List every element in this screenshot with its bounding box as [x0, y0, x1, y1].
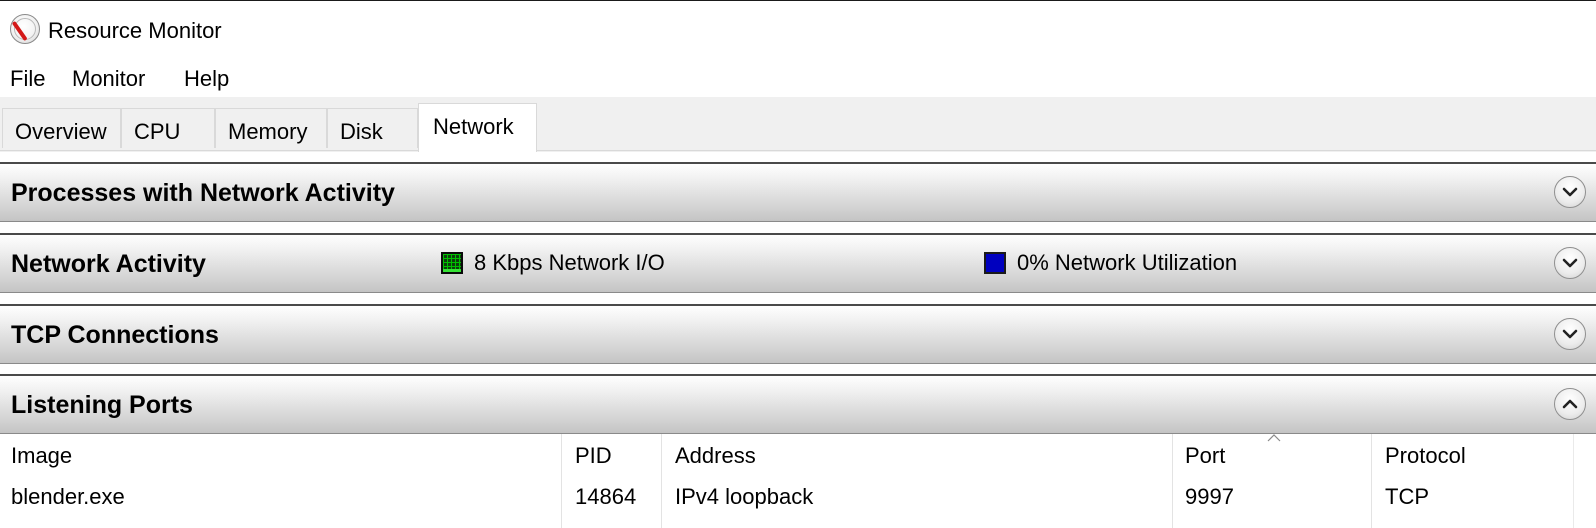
- section-title: Processes with Network Activity: [11, 179, 395, 207]
- network-utilization-swatch: [984, 252, 1006, 274]
- section-title: Network Activity: [11, 250, 206, 278]
- chevron-up-icon[interactable]: [1554, 388, 1586, 420]
- network-utilization-label: 0% Network Utilization: [1017, 250, 1238, 275]
- cell-address[interactable]: IPv4 loopback: [675, 483, 813, 511]
- column-header-image[interactable]: Image: [11, 442, 72, 470]
- column-divider[interactable]: [561, 434, 562, 528]
- column-divider[interactable]: [1371, 434, 1372, 528]
- section-header-processes[interactable]: Processes with Network Activity: [0, 162, 1596, 222]
- cell-port[interactable]: 9997: [1185, 483, 1234, 511]
- menu-help[interactable]: Help: [182, 65, 231, 93]
- column-header-port[interactable]: Port: [1185, 442, 1225, 470]
- chevron-down-icon[interactable]: [1554, 318, 1586, 350]
- column-divider[interactable]: [661, 434, 662, 528]
- tab-overview[interactable]: Overview: [2, 108, 121, 148]
- chevron-down-icon[interactable]: [1554, 247, 1586, 279]
- resource-monitor-icon: [10, 14, 40, 44]
- window-title: Resource Monitor: [48, 18, 222, 43]
- chevron-down-icon[interactable]: [1554, 176, 1586, 208]
- section-header-network-activity[interactable]: Network Activity 8 Kbps Network I/O 0% N…: [0, 233, 1596, 293]
- cell-protocol[interactable]: TCP: [1385, 483, 1429, 511]
- network-io-legend: 8 Kbps Network I/O: [441, 249, 665, 277]
- tab-disk[interactable]: Disk: [327, 108, 418, 148]
- column-header-address[interactable]: Address: [675, 442, 756, 470]
- menu-bar: File Monitor Help: [0, 57, 1596, 97]
- tab-divider: [0, 150, 1596, 151]
- listening-ports-table: Image PID Address Port Protocol blender.…: [0, 434, 1596, 528]
- sort-ascending-icon: [1267, 434, 1281, 442]
- column-divider[interactable]: [1172, 434, 1173, 528]
- menu-file[interactable]: File: [8, 65, 47, 93]
- section-title: Listening Ports: [11, 391, 193, 419]
- cell-image[interactable]: blender.exe: [11, 483, 125, 511]
- cell-pid[interactable]: 14864: [575, 483, 636, 511]
- tab-network[interactable]: Network: [418, 103, 537, 152]
- network-io-label: 8 Kbps Network I/O: [474, 250, 665, 275]
- tab-strip: Overview CPU Memory Disk Network: [0, 97, 1596, 152]
- network-io-swatch: [441, 252, 463, 274]
- vertical-scrollbar[interactable]: [1573, 434, 1596, 528]
- menu-monitor[interactable]: Monitor: [70, 65, 147, 93]
- column-header-protocol[interactable]: Protocol: [1385, 442, 1466, 470]
- tab-cpu[interactable]: CPU: [121, 108, 215, 148]
- network-tab-content: Processes with Network Activity Network …: [0, 152, 1596, 528]
- tab-memory[interactable]: Memory: [215, 108, 327, 148]
- network-utilization-legend: 0% Network Utilization: [984, 249, 1237, 277]
- section-title: TCP Connections: [11, 321, 219, 349]
- section-header-tcp-connections[interactable]: TCP Connections: [0, 304, 1596, 364]
- title-bar: Resource Monitor: [0, 1, 1596, 56]
- section-header-listening-ports[interactable]: Listening Ports: [0, 374, 1596, 434]
- column-header-pid[interactable]: PID: [575, 442, 612, 470]
